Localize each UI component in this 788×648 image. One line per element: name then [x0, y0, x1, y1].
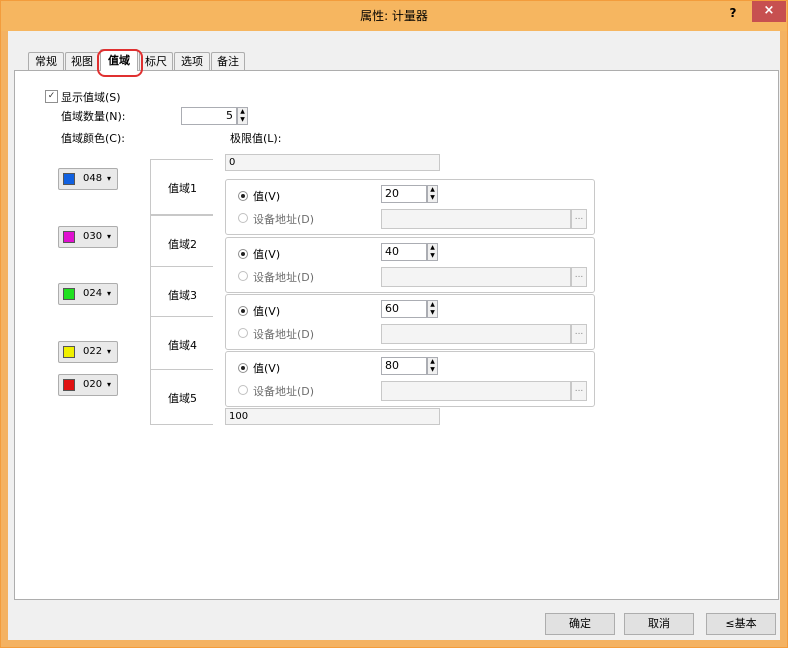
zone1-value-radio[interactable] — [238, 191, 248, 201]
cancel-button[interactable]: 取消 — [624, 613, 694, 635]
zone1-address-input[interactable] — [381, 209, 571, 229]
chevron-down-icon: ▾ — [107, 347, 112, 356]
ok-button[interactable]: 确定 — [545, 613, 615, 635]
zone2-value-label: 值(V) — [253, 248, 281, 261]
basic-button[interactable]: ≤基本 — [706, 613, 776, 635]
tab-options[interactable]: 选项 — [174, 52, 210, 70]
dialog-window: 属性: 计量器 ? × 常规 视图 值域 标尺 选项 备注 ✓ 显示值域(S) … — [0, 0, 788, 648]
zone5-color-code: 020 — [83, 379, 103, 390]
zone4-color-dropdown[interactable]: 022 ▾ — [58, 341, 118, 363]
limit-max-field: 100 — [225, 408, 440, 425]
zone2-color-swatch — [63, 231, 75, 243]
zone3-color-dropdown[interactable]: 024 ▾ — [58, 283, 118, 305]
zone3-value-stepper[interactable]: ▲ ▼ — [427, 300, 438, 318]
range-count-label: 值域数量(N): — [61, 110, 126, 123]
zone3-address-input[interactable] — [381, 324, 571, 344]
zone1-box: 值域1 — [150, 159, 213, 215]
zone4-color-code: 022 — [83, 346, 103, 357]
tab-general[interactable]: 常规 — [28, 52, 64, 70]
zone1-address-radio[interactable] — [238, 213, 248, 223]
zone1-value-input[interactable]: 20 — [381, 185, 427, 203]
chevron-down-icon: ▾ — [107, 174, 112, 183]
tab-view[interactable]: 视图 — [65, 52, 99, 70]
zone4-address-input[interactable] — [381, 381, 571, 401]
range-color-label: 值域颜色(C): — [61, 132, 125, 145]
zone3-browse-button[interactable]: ... — [571, 324, 587, 344]
limit-value-label: 极限值(L): — [230, 132, 282, 145]
zone2-box: 值域2 — [150, 215, 213, 271]
zone1-color-swatch — [63, 173, 75, 185]
zone4-value-input[interactable]: 80 — [381, 357, 427, 375]
zone2-address-radio[interactable] — [238, 271, 248, 281]
zone2-address-label: 设备地址(D) — [253, 271, 315, 284]
zone4-group: 值(V) 80 ▲ ▼ 设备地址(D) ... — [225, 351, 595, 407]
zone4-browse-button[interactable]: ... — [571, 381, 587, 401]
zone4-address-label: 设备地址(D) — [253, 385, 315, 398]
zone4-box: 值域4 — [150, 316, 213, 372]
range-tab-panel: ✓ 显示值域(S) 值域数量(N): 5 ▲ ▼ 值域颜色(C): 极限值(L):… — [14, 70, 779, 600]
zone4-value-radio[interactable] — [238, 363, 248, 373]
tab-scale[interactable]: 标尺 — [139, 52, 173, 70]
zone1-color-dropdown[interactable]: 048 ▾ — [58, 168, 118, 190]
zone5-color-dropdown[interactable]: 020 ▾ — [58, 374, 118, 396]
zone2-address-input[interactable] — [381, 267, 571, 287]
zone2-value-input[interactable]: 40 — [381, 243, 427, 261]
zone3-group: 值(V) 60 ▲ ▼ 设备地址(D) ... — [225, 294, 595, 350]
chevron-down-icon: ▾ — [107, 289, 112, 298]
zone2-browse-button[interactable]: ... — [571, 267, 587, 287]
zone3-address-label: 设备地址(D) — [253, 328, 315, 341]
tab-notes[interactable]: 备注 — [211, 52, 245, 70]
zone2-color-code: 030 — [83, 231, 103, 242]
zone2-name: 值域2 — [168, 238, 197, 251]
zone3-color-code: 024 — [83, 288, 103, 299]
zone2-value-radio[interactable] — [238, 249, 248, 259]
zone1-group: 值(V) 20 ▲ ▼ 设备地址(D) ... — [225, 179, 595, 235]
zone4-name: 值域4 — [168, 339, 197, 352]
range-count-input[interactable]: 5 — [181, 107, 237, 125]
chevron-down-icon: ▾ — [107, 232, 112, 241]
zone5-name: 值域5 — [168, 392, 197, 405]
zone3-box: 值域3 — [150, 266, 213, 322]
zone1-browse-button[interactable]: ... — [571, 209, 587, 229]
zone4-address-radio[interactable] — [238, 385, 248, 395]
show-range-label: 显示值域(S) — [61, 91, 121, 104]
zone1-value-label: 值(V) — [253, 190, 281, 203]
zone3-address-radio[interactable] — [238, 328, 248, 338]
zone4-value-stepper[interactable]: ▲ ▼ — [427, 357, 438, 375]
zone4-value-label: 值(V) — [253, 362, 281, 375]
zone1-address-label: 设备地址(D) — [253, 213, 315, 226]
show-range-checkbox[interactable]: ✓ — [45, 90, 58, 103]
zone3-color-swatch — [63, 288, 75, 300]
zone5-color-swatch — [63, 379, 75, 391]
zone1-value-stepper[interactable]: ▲ ▼ — [427, 185, 438, 203]
zone2-color-dropdown[interactable]: 030 ▾ — [58, 226, 118, 248]
zone3-value-label: 值(V) — [253, 305, 281, 318]
chevron-down-icon: ▾ — [107, 380, 112, 389]
tab-strip: 常规 视图 值域 标尺 选项 备注 — [1, 1, 787, 81]
zone3-value-input[interactable]: 60 — [381, 300, 427, 318]
zone2-value-stepper[interactable]: ▲ ▼ — [427, 243, 438, 261]
zone3-name: 值域3 — [168, 289, 197, 302]
zone1-name: 值域1 — [168, 182, 197, 195]
zone1-color-code: 048 — [83, 173, 103, 184]
zone5-box: 值域5 — [150, 369, 213, 425]
range-count-stepper[interactable]: ▲ ▼ — [237, 107, 248, 125]
limit-min-field: 0 — [225, 154, 440, 171]
tab-range[interactable]: 值域 — [100, 49, 138, 71]
zone2-group: 值(V) 40 ▲ ▼ 设备地址(D) ... — [225, 237, 595, 293]
zone4-color-swatch — [63, 346, 75, 358]
zone3-value-radio[interactable] — [238, 306, 248, 316]
